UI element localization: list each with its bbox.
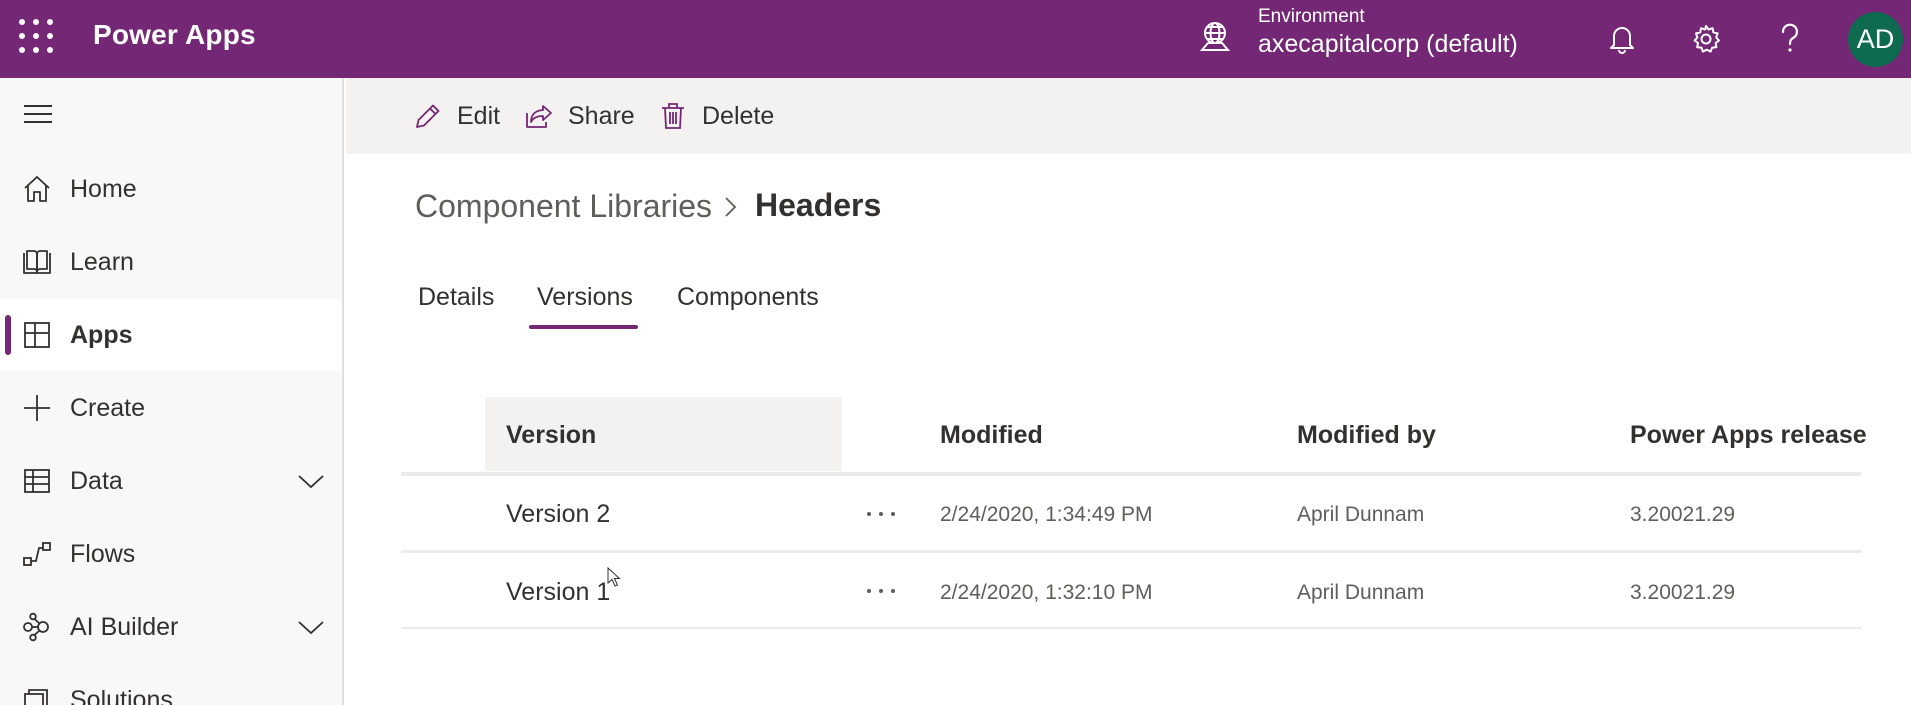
- sidebar-item-solutions[interactable]: Solutions: [0, 664, 342, 705]
- sidebar-item-learn[interactable]: Learn: [0, 226, 342, 298]
- ai-builder-icon: [23, 612, 49, 642]
- sidebar-item-flows[interactable]: Flows: [0, 518, 342, 590]
- version-name[interactable]: Version 2: [506, 500, 610, 529]
- tab-components[interactable]: Components: [677, 283, 819, 312]
- sidebar-item-label: Solutions: [70, 685, 173, 705]
- more-options-icon[interactable]: [861, 505, 901, 525]
- help-button[interactable]: [1765, 14, 1815, 64]
- sidebar-item-label: AI Builder: [70, 612, 179, 641]
- release-version: 3.20021.29: [1630, 503, 1736, 526]
- environment-name[interactable]: axecapitalcorp (default): [1258, 30, 1518, 59]
- hamburger-menu-icon[interactable]: [22, 100, 54, 128]
- table-icon: [24, 469, 50, 493]
- modified-date: 2/24/2020, 1:32:10 PM: [940, 581, 1153, 604]
- chevron-down-icon[interactable]: [296, 617, 326, 637]
- delete-button[interactable]: Delete: [658, 96, 774, 136]
- gear-icon: [1693, 25, 1720, 53]
- notifications-button[interactable]: [1597, 14, 1647, 64]
- row-divider: [401, 627, 1861, 629]
- modified-by: April Dunnam: [1297, 581, 1425, 604]
- modified-by: April Dunnam: [1297, 503, 1425, 526]
- sidebar-item-create[interactable]: Create: [0, 372, 342, 444]
- home-icon: [24, 176, 50, 202]
- plus-icon: [24, 395, 50, 421]
- sidebar-item-label: Flows: [70, 539, 136, 568]
- modified-date: 2/24/2020, 1:34:49 PM: [940, 503, 1153, 526]
- left-navigation: Home Learn Apps Create Data Flows AI Bui…: [0, 78, 344, 705]
- pencil-icon: [416, 104, 440, 128]
- tab-versions[interactable]: Versions: [537, 283, 633, 312]
- help-icon: [1781, 23, 1799, 52]
- sidebar-item-home[interactable]: Home: [0, 153, 342, 225]
- app-window: Power Apps Environment axecapitalcorp (d…: [0, 0, 1911, 705]
- breadcrumb-parent[interactable]: Component Libraries: [415, 188, 712, 225]
- active-tab-indicator: [529, 325, 638, 329]
- tab-details[interactable]: Details: [418, 283, 494, 312]
- share-icon: [526, 105, 552, 128]
- mouse-cursor-icon: [607, 567, 621, 587]
- version-name[interactable]: Version 1: [506, 578, 610, 607]
- sidebar-item-label: Home: [70, 174, 137, 203]
- sidebar-item-label: Create: [70, 393, 146, 422]
- sidebar-item-label: Apps: [70, 320, 133, 349]
- bell-icon: [1610, 27, 1634, 54]
- user-avatar[interactable]: AD: [1848, 12, 1903, 67]
- share-label: Share: [568, 101, 635, 130]
- apps-icon: [24, 322, 50, 348]
- environment-icon[interactable]: [1198, 20, 1232, 54]
- column-header-modified-by[interactable]: Modified by: [1297, 421, 1436, 450]
- chevron-right-icon: [725, 197, 737, 217]
- edit-button[interactable]: Edit: [413, 96, 500, 136]
- settings-button[interactable]: [1681, 14, 1731, 64]
- top-header: Power Apps Environment axecapitalcorp (d…: [0, 0, 1911, 78]
- delete-label: Delete: [702, 101, 775, 130]
- sidebar-item-label: Data: [70, 466, 123, 495]
- sidebar-item-data[interactable]: Data: [0, 445, 342, 517]
- book-icon: [23, 250, 51, 274]
- column-header-version[interactable]: Version: [506, 421, 596, 450]
- edit-label: Edit: [457, 101, 501, 130]
- share-button[interactable]: Share: [524, 96, 635, 136]
- column-header-release[interactable]: Power Apps release: [1630, 421, 1867, 450]
- active-indicator: [5, 315, 11, 355]
- column-header-modified[interactable]: Modified: [940, 421, 1043, 450]
- environment-label: Environment: [1258, 6, 1365, 27]
- header-divider: [401, 472, 1861, 476]
- sidebar-item-ai-builder[interactable]: AI Builder: [0, 591, 342, 663]
- command-bar: Edit Share Delete: [346, 78, 1911, 154]
- more-options-icon[interactable]: [861, 582, 901, 602]
- trash-icon: [662, 103, 684, 129]
- sidebar-item-apps[interactable]: Apps: [0, 299, 342, 371]
- row-divider: [401, 550, 1861, 553]
- chevron-down-icon[interactable]: [296, 471, 326, 491]
- app-launcher-icon[interactable]: [17, 17, 55, 55]
- solutions-icon: [24, 689, 48, 705]
- brand-title[interactable]: Power Apps: [93, 19, 256, 51]
- release-version: 3.20021.29: [1630, 581, 1736, 604]
- flow-icon: [23, 542, 51, 566]
- sidebar-item-label: Learn: [70, 247, 134, 276]
- page-title: Headers: [755, 187, 882, 223]
